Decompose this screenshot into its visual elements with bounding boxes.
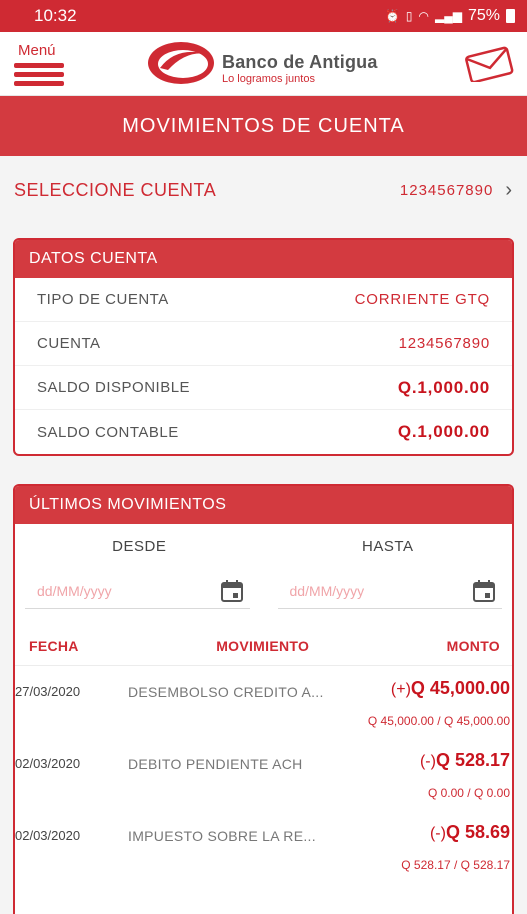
- bank-logo-icon: [148, 42, 214, 84]
- mail-icon[interactable]: [464, 46, 514, 82]
- calendar-icon[interactable]: [220, 579, 244, 603]
- wifi-icon: ◠: [418, 9, 429, 23]
- movement-date: 27/03/2020: [15, 684, 81, 699]
- movement-amount: (-)Q 528.17: [420, 750, 510, 771]
- movement-amount-value: Q 528.17: [435, 750, 510, 770]
- account-type-value: CORRIENTE GTQ: [354, 291, 490, 308]
- movement-amount-value: Q 58.69: [445, 822, 510, 842]
- to-date-field[interactable]: [277, 573, 502, 609]
- bank-name: Banco de Antigua: [222, 52, 378, 72]
- movement-balance: Q 0.00 / Q 0.00: [427, 786, 510, 800]
- column-header-amount: MONTO: [446, 637, 500, 654]
- movement-sign: (+): [390, 681, 411, 698]
- ledger-balance-row: SALDO CONTABLE Q.1,000.00: [15, 410, 512, 454]
- selected-account-number: 1234567890: [399, 181, 494, 199]
- available-balance-value: Q.1,000.00: [397, 377, 490, 397]
- menu-button[interactable]: Menú: [14, 42, 66, 90]
- account-type-label: TIPO DE CUENTA: [37, 291, 169, 308]
- movement-sign: (-): [429, 825, 446, 842]
- movement-amount-value: Q 45,000.00: [410, 678, 510, 698]
- account-number-label: CUENTA: [37, 335, 101, 352]
- select-account-row[interactable]: SELECCIONE CUENTA 1234567890 ›: [0, 162, 527, 218]
- page-title: MOVIMIENTOS DE CUENTA: [0, 96, 527, 156]
- movement-sign: (-): [419, 753, 436, 770]
- available-balance-label: SALDO DISPONIBLE: [37, 379, 191, 396]
- movements-title: ÚLTIMOS MOVIMIENTOS: [15, 486, 512, 524]
- ledger-balance-label: SALDO CONTABLE: [37, 423, 179, 441]
- from-date-input[interactable]: [37, 582, 177, 599]
- movements-card: ÚLTIMOS MOVIMIENTOS DESDE HASTA dd/MM/yy…: [13, 484, 514, 914]
- to-date-input[interactable]: [289, 582, 430, 599]
- menu-label: Menú: [18, 42, 56, 59]
- status-bar: 10:32 ⏰ ▯ ◠ ▂▄▆ 75%: [0, 0, 527, 32]
- movement-row[interactable]: 02/03/2020 DEBITO PENDIENTE ACH (-)Q 528…: [15, 738, 512, 810]
- signal-icon: ▂▄▆: [435, 9, 462, 23]
- alarm-icon: ⏰: [384, 9, 400, 23]
- hamburger-icon: [14, 63, 64, 68]
- from-date-field[interactable]: [25, 573, 250, 609]
- account-type-row: TIPO DE CUENTA CORRIENTE GTQ: [15, 278, 512, 322]
- bank-tagline: Lo logramos juntos: [222, 73, 315, 85]
- select-account-label: SELECCIONE CUENTA: [14, 179, 217, 200]
- movement-row[interactable]: 02/03/2020 IMPUESTO SOBRE LA RE... (-)Q …: [15, 810, 512, 882]
- hamburger-icon-line: [14, 81, 64, 86]
- column-header-date: FECHA: [29, 637, 79, 654]
- hamburger-icon-line: [14, 72, 64, 77]
- movement-balance: Q 45,000.00 / Q 45,000.00: [367, 714, 510, 728]
- from-label: DESDE: [112, 537, 167, 555]
- date-range-labels: DESDE HASTA: [15, 524, 512, 568]
- account-number-row: CUENTA 1234567890: [15, 322, 512, 366]
- battery-icon: [506, 9, 515, 23]
- bank-logo: Banco de Antigua Lo logramos juntos: [146, 38, 396, 90]
- status-time: 10:32: [34, 6, 77, 25]
- account-data-card: DATOS CUENTA TIPO DE CUENTA CORRIENTE GT…: [13, 238, 514, 456]
- battery-percent: 75%: [467, 7, 500, 24]
- movement-description: DESEMBOLSO CREDITO A...: [128, 684, 324, 700]
- movement-date: 02/03/2020: [15, 756, 81, 771]
- movement-description: DEBITO PENDIENTE ACH: [128, 756, 303, 772]
- movement-date: 02/03/2020: [15, 828, 81, 843]
- app-header: Menú Banco de Antigua Lo logramos juntos: [0, 32, 527, 96]
- account-data-title: DATOS CUENTA: [15, 240, 512, 278]
- movement-description: IMPUESTO SOBRE LA RE...: [128, 828, 316, 844]
- movement-amount: (-)Q 58.69: [430, 822, 510, 843]
- chevron-right-icon: ›: [505, 178, 513, 201]
- column-header-movement: MOVIMIENTO: [216, 637, 310, 654]
- movements-table-header: FECHA MOVIMIENTO MONTO: [15, 626, 512, 666]
- status-icons: ⏰ ▯ ◠ ▂▄▆ 75%: [385, 7, 515, 25]
- volte-icon: ▯: [405, 9, 413, 23]
- account-number-value: 1234567890: [398, 335, 490, 352]
- to-label: HASTA: [362, 537, 414, 555]
- available-balance-row: SALDO DISPONIBLE Q.1,000.00: [15, 366, 512, 410]
- selected-account: 1234567890 ›: [400, 179, 513, 202]
- movement-amount: (+)Q 45,000.00: [391, 678, 510, 699]
- ledger-balance-value: Q.1,000.00: [397, 422, 490, 441]
- date-range-inputs: [15, 568, 512, 614]
- movement-balance: Q 528.17 / Q 528.17: [401, 858, 510, 872]
- movement-row[interactable]: 27/03/2020 DESEMBOLSO CREDITO A... (+)Q …: [15, 666, 512, 738]
- calendar-icon[interactable]: [472, 579, 496, 603]
